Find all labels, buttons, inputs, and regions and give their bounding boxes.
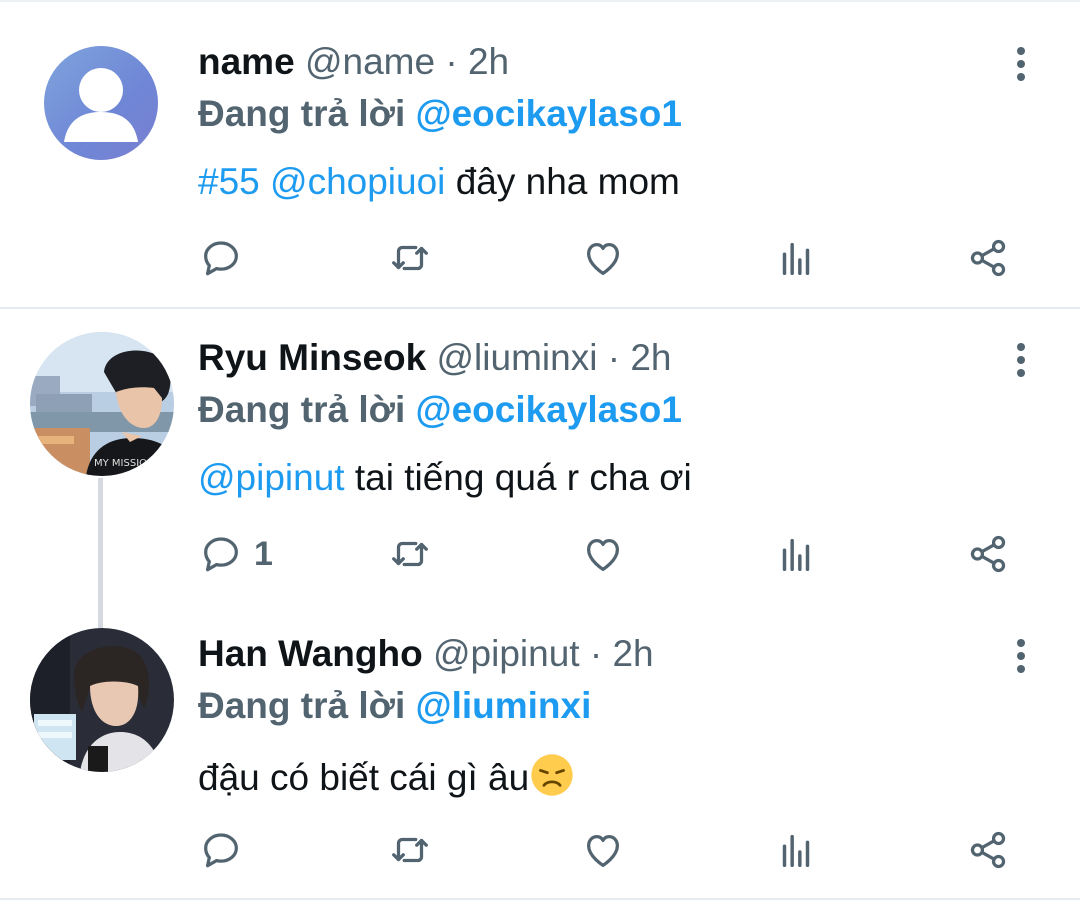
display-name[interactable]: Ryu Minseok: [198, 337, 426, 378]
retweet-button[interactable]: [387, 826, 433, 874]
stats-icon: [782, 834, 810, 868]
svg-text:MY MISSION: MY MISSION: [94, 458, 155, 469]
like-button[interactable]: [580, 234, 626, 282]
like-icon: [586, 242, 620, 275]
share-button[interactable]: [965, 826, 1011, 874]
user-handle[interactable]: @liuminxi: [437, 337, 598, 378]
tweet-time[interactable]: 2h: [612, 633, 653, 674]
tweet-header: Han Wangho @pipinut · 2h: [198, 632, 654, 676]
hashtag-link[interactable]: #55: [198, 161, 260, 202]
retweet-icon: [392, 837, 428, 863]
like-icon: [586, 538, 620, 571]
reply-count: 1: [254, 534, 273, 573]
retweet-icon: [392, 541, 428, 567]
like-button[interactable]: [580, 826, 626, 874]
tweet-1[interactable]: name @name · 2h Đang trả lời @eocikaylas…: [0, 0, 1080, 308]
tweet-2[interactable]: MY MISSION Ryu Minseok @liuminxi · 2h Đa…: [0, 310, 1080, 606]
tweet-body: đây nha mom: [455, 161, 680, 202]
tweet-actions: [0, 234, 1080, 294]
retweet-icon: [392, 245, 428, 271]
replying-to: Đang trả lời @liuminxi: [198, 684, 591, 728]
replying-to: Đang trả lời @eocikaylaso1: [198, 92, 682, 136]
separator-dot: ·: [445, 41, 458, 82]
reply-icon: [204, 241, 238, 276]
tweet-actions: [0, 826, 1080, 886]
reply-button[interactable]: [198, 234, 244, 282]
stats-icon: [782, 538, 810, 572]
replying-label: Đang trả lời: [198, 93, 406, 134]
reply-mention[interactable]: @eocikaylaso1: [416, 93, 682, 134]
display-name[interactable]: Han Wangho: [198, 633, 423, 674]
like-button[interactable]: [580, 530, 626, 578]
user-handle[interactable]: @pipinut: [433, 633, 580, 674]
avatar-han-wangho[interactable]: [30, 628, 174, 772]
more-options-button[interactable]: [1006, 44, 1036, 84]
profile-photo: MY MISSION: [30, 332, 174, 476]
share-icon: [970, 239, 1006, 277]
separator-dot: ·: [589, 633, 603, 674]
tweet-text: @pipinut tai tiếng quá r cha ơi: [198, 456, 692, 500]
stats-button[interactable]: [773, 530, 819, 578]
tweet-text: #55 @chopiuoi đây nha mom: [198, 160, 680, 204]
reply-mention[interactable]: @eocikaylaso1: [416, 389, 682, 430]
replying-label: Đang trả lời: [198, 685, 406, 726]
mention-link[interactable]: @chopiuoi: [270, 161, 445, 202]
tweet-body: tai tiếng quá r cha ơi: [354, 457, 692, 498]
disappointed-face-icon: [531, 754, 573, 796]
avatar-ryu-minseok[interactable]: MY MISSION: [30, 332, 174, 476]
avatar-default[interactable]: [44, 46, 158, 160]
share-button[interactable]: [965, 234, 1011, 282]
more-options-button[interactable]: [1006, 636, 1036, 676]
reply-icon: [204, 537, 238, 572]
retweet-button[interactable]: [387, 234, 433, 282]
tweet-divider: [0, 898, 1080, 900]
user-handle[interactable]: @name: [305, 41, 435, 82]
default-user-icon: [64, 68, 138, 142]
share-button[interactable]: [965, 530, 1011, 578]
tweet-3[interactable]: Han Wangho @pipinut · 2h Đang trả lời @l…: [0, 606, 1080, 898]
tweet-body: đậu có biết cái gì âu: [198, 757, 530, 798]
profile-photo: [30, 628, 174, 772]
tweet-header: Ryu Minseok @liuminxi · 2h: [198, 336, 671, 380]
stats-button[interactable]: [773, 234, 819, 282]
retweet-button[interactable]: [387, 530, 433, 578]
separator-dot: ·: [607, 337, 621, 378]
stats-icon: [782, 242, 810, 276]
mention-link[interactable]: @pipinut: [198, 457, 345, 498]
tweet-header: name @name · 2h: [198, 40, 509, 84]
reply-mention[interactable]: @liuminxi: [416, 685, 592, 726]
stats-button[interactable]: [773, 826, 819, 874]
tweet-time[interactable]: 2h: [630, 337, 671, 378]
more-options-button[interactable]: [1006, 340, 1036, 380]
tweet-text: đậu có biết cái gì âu: [198, 752, 575, 800]
replying-label: Đang trả lời: [198, 389, 406, 430]
tweet-actions: 1: [0, 530, 1080, 590]
replying-to: Đang trả lời @eocikaylaso1: [198, 388, 682, 432]
display-name[interactable]: name: [198, 41, 295, 82]
reply-button[interactable]: [198, 826, 244, 874]
share-icon: [970, 535, 1006, 573]
tweet-divider: [0, 307, 1080, 309]
share-icon: [970, 831, 1006, 869]
tweet-time[interactable]: 2h: [468, 41, 509, 82]
reply-icon: [204, 833, 238, 868]
like-icon: [586, 834, 620, 867]
reply-button[interactable]: 1: [198, 530, 273, 578]
